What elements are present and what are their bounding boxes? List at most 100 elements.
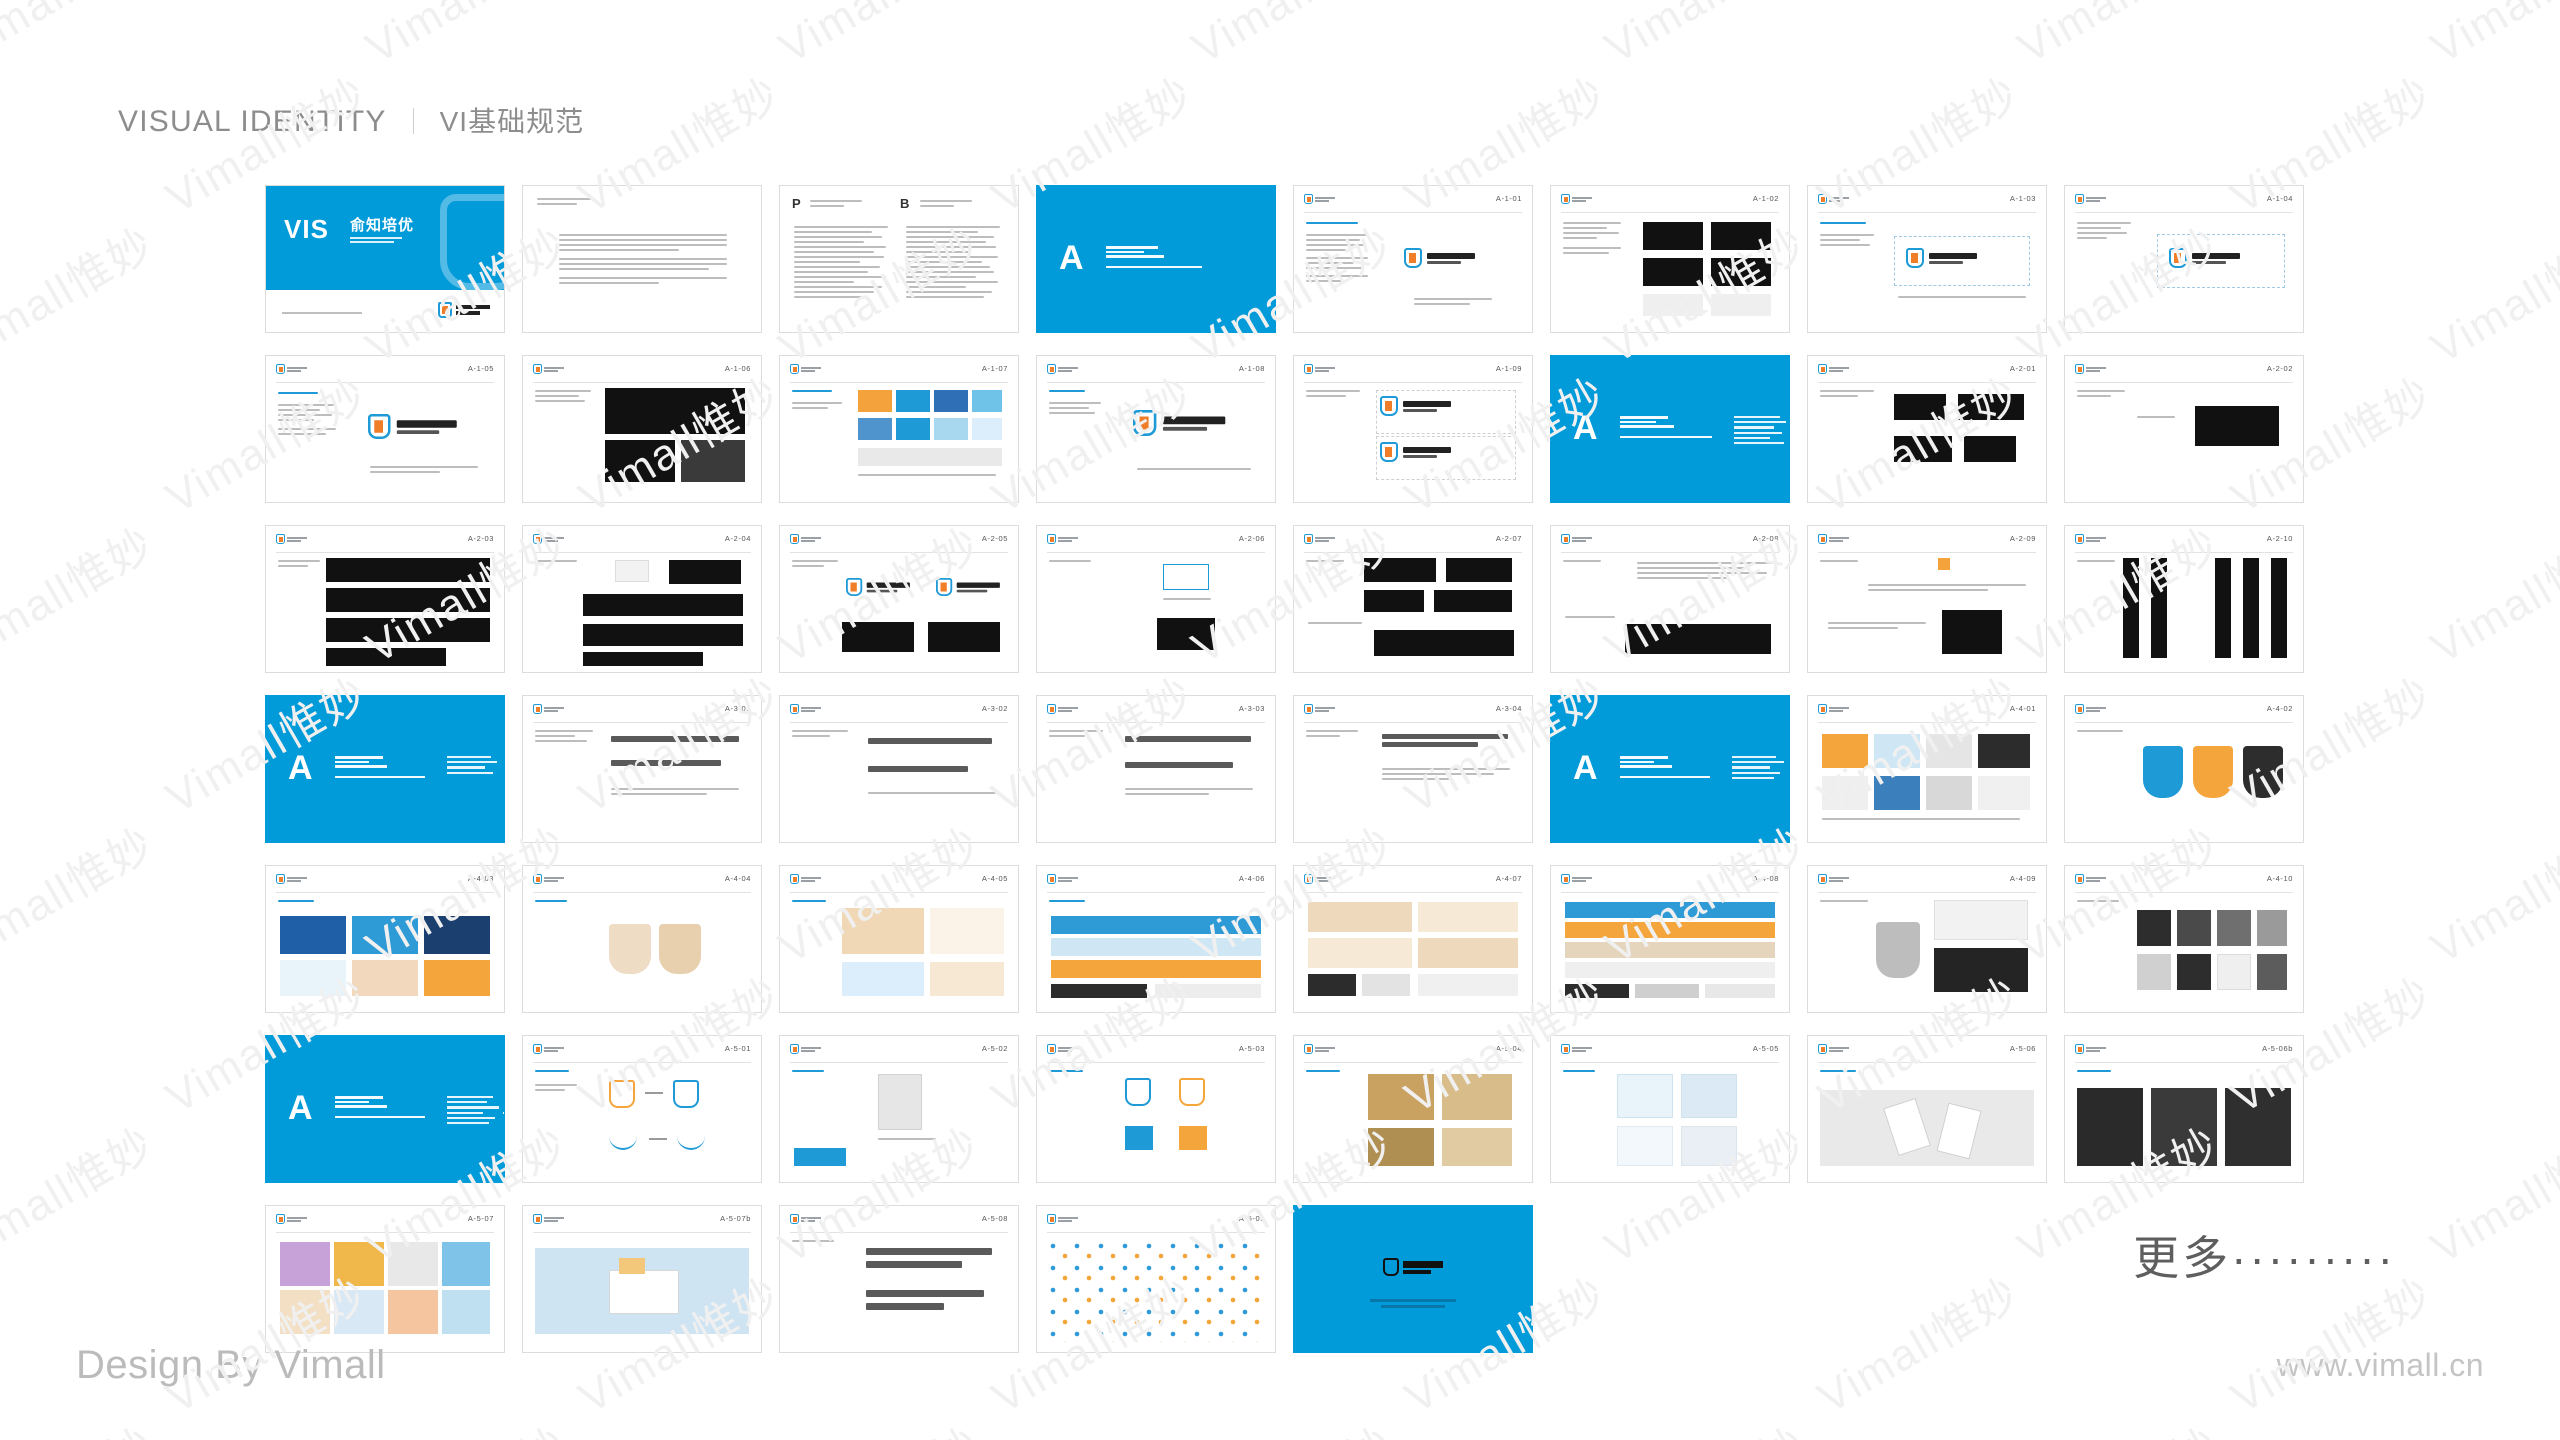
- section-letter: A: [288, 1089, 313, 1127]
- slide-thumbnail[interactable]: A-4-01: [1807, 695, 2047, 843]
- slide-thumbnail[interactable]: A-5-09: [1036, 1205, 1276, 1353]
- section-title-lines: [334, 1094, 425, 1124]
- slide-thumbnail[interactable]: A-5-01: [522, 1035, 762, 1183]
- slide-thumbnail-section-divider[interactable]: A: [1036, 185, 1276, 333]
- card-mockup: [352, 960, 418, 996]
- type-sample: [1364, 558, 1436, 582]
- slide-thumbnail[interactable]: A-1-09: [1293, 355, 1533, 503]
- mini-body-text: [1565, 616, 1617, 621]
- slide-thumbnail-contents[interactable]: P B: [779, 185, 1019, 333]
- slide-thumbnail[interactable]: A-2-07: [1293, 525, 1533, 673]
- slide-thumbnail[interactable]: A-1-06: [522, 355, 762, 503]
- section-toc: [1731, 754, 1789, 782]
- mini-slide-header: A-4-05: [790, 874, 1008, 890]
- mini-slide-header: A-4-01: [1818, 704, 2036, 720]
- form-row: [1051, 960, 1261, 978]
- page-code: A-1-03: [2009, 194, 2036, 203]
- mini-slide-header: A-1-06: [533, 364, 751, 380]
- slide-thumbnail-section-divider[interactable]: A: [265, 695, 505, 843]
- badge-shape: [2143, 746, 2183, 798]
- slide-thumbnail[interactable]: A-4-04: [522, 865, 762, 1013]
- slide-thumbnail[interactable]: A-1-07: [779, 355, 1019, 503]
- mini-body-text: [1308, 622, 1364, 627]
- slide-thumbnail[interactable]: A-5-06b: [2064, 1035, 2304, 1183]
- slide-thumbnail[interactable]: A-5-07b: [522, 1205, 762, 1353]
- slide-thumbnail-section-divider[interactable]: A: [1550, 695, 1790, 843]
- page-code: A-5-07b: [720, 1214, 751, 1223]
- slide-thumbnail[interactable]: A-5-06: [1807, 1035, 2047, 1183]
- slide-thumbnail-text[interactable]: [522, 185, 762, 333]
- slide-thumbnail[interactable]: A-3-02: [779, 695, 1019, 843]
- logo-variant-tile: [1643, 294, 1703, 316]
- form-row: [1051, 916, 1261, 934]
- office-item: [1978, 734, 2030, 768]
- slide-thumbnail[interactable]: A-4-10: [2064, 865, 2304, 1013]
- slide-thumbnail[interactable]: A-2-05: [779, 525, 1019, 673]
- slide-thumbnail[interactable]: A-5-08: [779, 1205, 1019, 1353]
- mini-caption: [1822, 818, 2022, 823]
- watermark-text: Vimall惟妙: [352, 0, 577, 75]
- mini-body-text: [1306, 560, 1346, 565]
- slide-thumbnail[interactable]: A-5-07: [265, 1205, 505, 1353]
- form-row: [1565, 942, 1775, 958]
- cover-logo: [438, 302, 490, 318]
- slide-thumbnail-closing[interactable]: [1293, 1205, 1533, 1353]
- slide-thumbnail[interactable]: A-2-02: [2064, 355, 2304, 503]
- slide-thumbnail[interactable]: A-4-03: [265, 865, 505, 1013]
- lanyard-scene: [1820, 1090, 2034, 1166]
- color-swatch: [858, 418, 892, 440]
- slide-thumbnail[interactable]: A-1-03: [1807, 185, 2047, 333]
- mini-logo-icon: [790, 1214, 821, 1224]
- slide-thumbnail-section-divider[interactable]: A: [265, 1035, 505, 1183]
- slide-thumbnail[interactable]: A-5-05: [1550, 1035, 1790, 1183]
- page-code: A-1-04: [2266, 194, 2293, 203]
- mini-slide-header: A-5-06: [1818, 1044, 2036, 1060]
- type-sample: [669, 560, 741, 584]
- mini-body-text: [1820, 900, 1870, 905]
- title-divider: [412, 108, 414, 134]
- slide-thumbnail[interactable]: A-2-01: [1807, 355, 2047, 503]
- mini-rule: [1304, 212, 1522, 213]
- slide-thumbnail-section-divider[interactable]: A: [1550, 355, 1790, 503]
- slide-thumbnail[interactable]: A-1-04: [2064, 185, 2304, 333]
- slide-thumbnail[interactable]: A-2-10: [2064, 525, 2304, 673]
- mini-body-text: [1820, 390, 1876, 400]
- slide-thumbnail[interactable]: A-4-08: [1550, 865, 1790, 1013]
- mini-body-text: [2137, 416, 2177, 421]
- slide-thumbnail[interactable]: A-5-03: [1036, 1035, 1276, 1183]
- slide-thumbnail[interactable]: A-3-03: [1036, 695, 1276, 843]
- slide-thumbnail[interactable]: A-4-05: [779, 865, 1019, 1013]
- slide-thumbnail[interactable]: A-2-03: [265, 525, 505, 673]
- slide-thumbnail[interactable]: A-3-04: [1293, 695, 1533, 843]
- slide-thumbnail[interactable]: A-2-06: [1036, 525, 1276, 673]
- type-sample: [583, 594, 743, 616]
- slide-thumbnail[interactable]: A-4-07: [1293, 865, 1533, 1013]
- slide-thumbnail[interactable]: A-5-04: [1293, 1035, 1533, 1183]
- slide-thumbnail[interactable]: A-4-09: [1807, 865, 2047, 1013]
- section-toc: [1733, 414, 1789, 445]
- slide-thumbnail[interactable]: A-1-01: [1293, 185, 1533, 333]
- slide-thumbnail[interactable]: A-3-01: [522, 695, 762, 843]
- slide-thumbnail-cover[interactable]: VIS 俞知培优: [265, 185, 505, 333]
- slide-thumbnail[interactable]: A-1-02: [1550, 185, 1790, 333]
- mini-logo-icon: [1818, 364, 1849, 374]
- form-block: [1362, 974, 1410, 996]
- slide-thumbnail[interactable]: A-1-05: [265, 355, 505, 503]
- mini-rule: [1304, 722, 1522, 723]
- photo-tile: [334, 1290, 384, 1334]
- mini-rule: [790, 552, 1008, 553]
- badge-shape: [2243, 746, 2283, 798]
- mini-slide-header: A-1-03: [1818, 194, 2036, 210]
- mini-logo-icon: [1818, 874, 1849, 884]
- slide-thumbnail[interactable]: A-2-04: [522, 525, 762, 673]
- slide-thumbnail[interactable]: A-1-08: [1036, 355, 1276, 503]
- slide-thumbnail[interactable]: A-4-06: [1036, 865, 1276, 1013]
- slide-thumbnail[interactable]: A-2-08: [1550, 525, 1790, 673]
- gold-mockup: [1442, 1128, 1512, 1166]
- mini-rule: [1818, 382, 2036, 383]
- slide-thumbnail[interactable]: A-4-02: [2064, 695, 2304, 843]
- photo-tile: [442, 1290, 490, 1334]
- slide-thumbnail[interactable]: A-5-02: [779, 1035, 1019, 1183]
- page-code: A-4-01: [2009, 704, 2036, 713]
- slide-thumbnail[interactable]: A-2-09: [1807, 525, 2047, 673]
